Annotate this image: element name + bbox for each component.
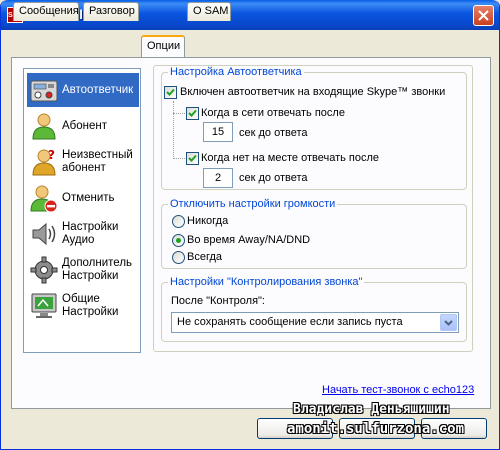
tab-conversation[interactable]: Разговор [83, 2, 139, 21]
tab-messages-label: Сообщения [19, 5, 79, 17]
test-call-link[interactable]: Начать тест-звонок с echo123 [322, 384, 474, 396]
category-item-unknown-caller[interactable]: ? Неизвестный абонент [27, 145, 139, 179]
answering-machine-icon [30, 80, 58, 102]
user-icon [32, 113, 56, 140]
category-item-autoanswer[interactable]: Автоответчик [27, 73, 139, 107]
tab-messages[interactable]: Сообщения [13, 2, 79, 21]
volume-legend: Отключить настройки громкости [170, 198, 336, 210]
checkmark-icon [166, 88, 175, 96]
online-answer-label: Когда в сети отвечать после [201, 107, 345, 119]
monitor-icon [31, 293, 57, 318]
category-item-label: Отменить [62, 191, 115, 204]
after-control-label: После "Контроля": [171, 295, 265, 307]
volume-option-label: Во время Away/NA/DND [187, 234, 311, 246]
close-button[interactable] [473, 5, 494, 26]
category-item-audio[interactable]: Настройки Аудио [27, 217, 139, 251]
category-item-label: Дополнитель Настройки [62, 257, 133, 282]
watermark-site: amonit.sulfurzona.com [287, 421, 465, 437]
tab-conversation-label: Разговор [89, 5, 135, 17]
category-item-label: Автоответчик [62, 83, 134, 96]
category-item-label: Настройки Аудио [62, 221, 119, 246]
watermark-author: Владислав Деньяшишин [293, 402, 450, 417]
away-seconds-input[interactable]: 2 [203, 168, 233, 188]
away-answer-label: Когда нет на месте отвечать после [201, 152, 380, 164]
checkmark-icon [188, 109, 197, 117]
category-item-general[interactable]: Общие Настройки [27, 289, 139, 323]
after-control-value: Не сохранять сообщение если запись пуста [177, 316, 403, 328]
category-list[interactable]: Автоответчик Абонент ? Неизвестный абоне… [23, 68, 141, 353]
category-item-label: Неизвестный абонент [62, 149, 133, 174]
tab-options-label: Опции [147, 40, 181, 52]
tab-options[interactable]: Опции [141, 35, 185, 57]
tree-line [173, 158, 185, 159]
online-seconds-input[interactable]: 15 [203, 122, 233, 142]
tab-about-label: О SAM [193, 5, 229, 17]
autoanswer-enabled-checkbox[interactable] [164, 86, 177, 99]
tab-about[interactable]: О SAM [187, 2, 231, 21]
autoanswer-enabled-label: Включен автоответчик на входящие Skype™ … [180, 86, 446, 98]
volume-always-radio[interactable] [172, 251, 185, 264]
category-item-advanced[interactable]: Дополнитель Настройки [27, 253, 139, 287]
online-seconds-unit: сек до ответа [239, 127, 308, 139]
volume-option-label: Всегда [187, 251, 223, 263]
unknown-user-icon: ? [32, 148, 56, 176]
user-cancel-icon [30, 185, 58, 213]
svg-text:?: ? [48, 148, 55, 162]
online-answer-checkbox[interactable] [186, 107, 199, 120]
category-item-caller[interactable]: Абонент [27, 109, 139, 143]
volume-never-radio[interactable] [172, 215, 185, 228]
dropdown-button[interactable] [440, 314, 457, 331]
category-item-cancel[interactable]: Отменить [27, 181, 139, 215]
close-icon [478, 10, 489, 21]
category-item-label: Абонент [62, 119, 108, 132]
radio-selected-dot [176, 238, 181, 243]
autoanswer-legend: Настройка Автоответчика [170, 66, 302, 78]
away-answer-checkbox[interactable] [186, 152, 199, 165]
after-control-select[interactable]: Не сохранять сообщение если запись пуста [171, 312, 459, 333]
speaker-icon [32, 222, 56, 246]
tree-line [173, 113, 185, 114]
call-control-legend: Настройки "Контролирования звонка" [170, 276, 363, 288]
category-item-label: Общие Настройки [62, 293, 119, 318]
app-window: SAM SAM - alla Сообщения Разговор Опции … [0, 0, 500, 450]
gear-icon [30, 256, 58, 284]
checkmark-icon [188, 154, 197, 162]
tree-line [173, 101, 174, 159]
chevron-down-icon [444, 320, 453, 326]
volume-away-radio[interactable] [172, 234, 185, 247]
volume-option-label: Никогда [187, 215, 229, 227]
away-seconds-unit: сек до ответа [239, 172, 308, 184]
